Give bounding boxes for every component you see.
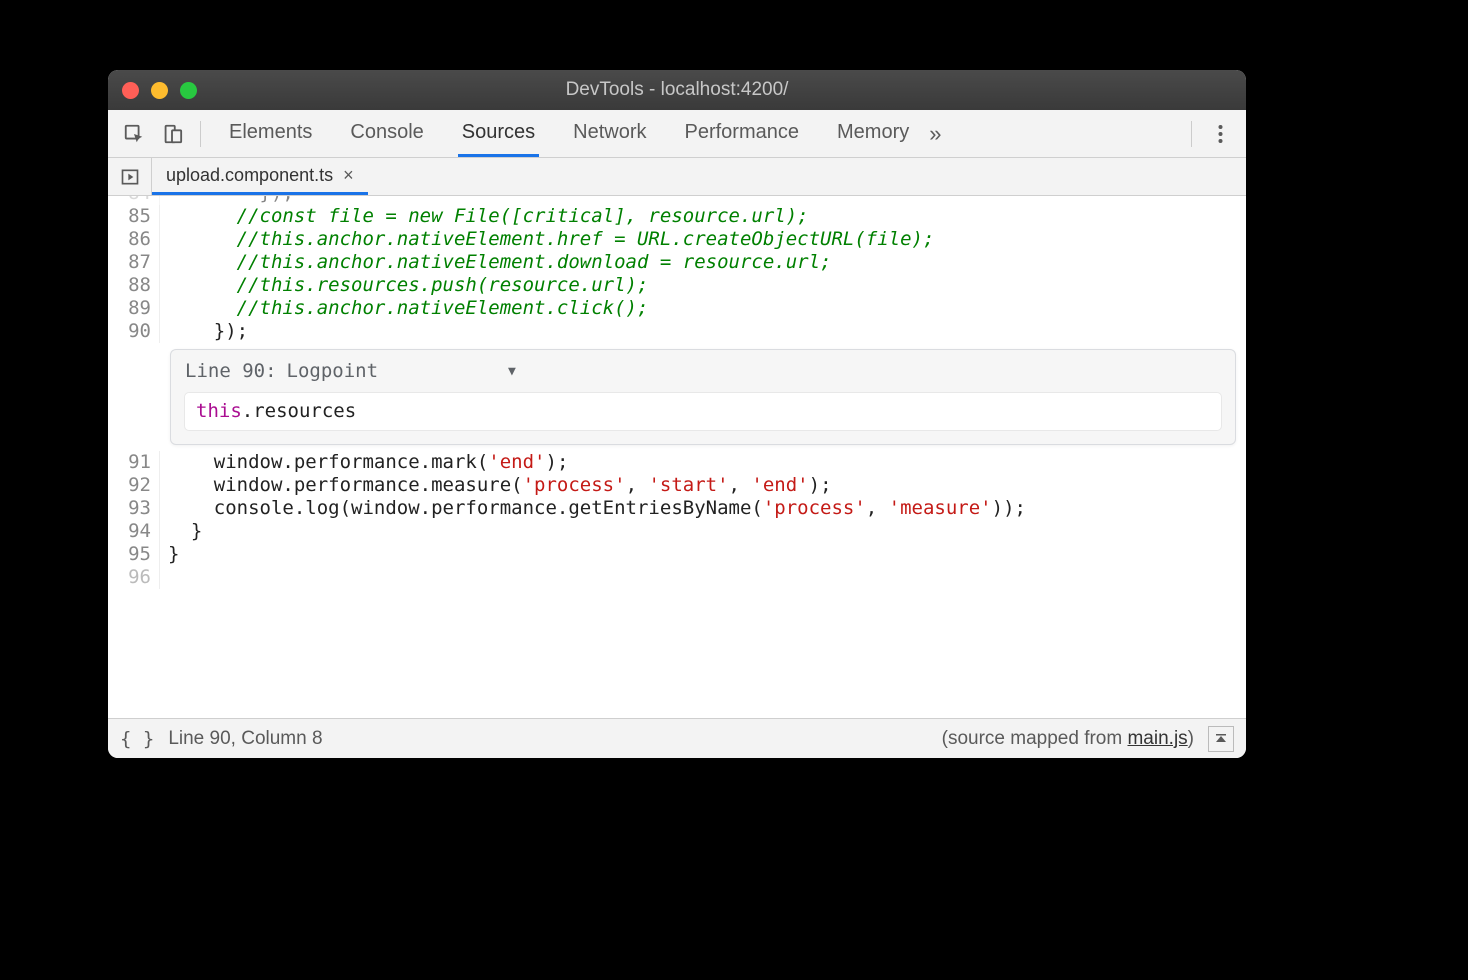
zoom-window-button[interactable] (180, 82, 197, 99)
code-text: }); (160, 320, 248, 343)
code-line: 88 //this.resources.push(resource.url); (108, 274, 1246, 297)
line-number: 86 (108, 228, 160, 251)
code-line: 96 (108, 566, 1246, 589)
file-tab-bar: upload.component.ts × (108, 158, 1246, 196)
code-line: 87 //this.anchor.nativeElement.download … (108, 251, 1246, 274)
code-line: 84 }); (108, 196, 1246, 205)
code-line: 86 //this.anchor.nativeElement.href = UR… (108, 228, 1246, 251)
line-number: 94 (108, 520, 160, 543)
line-number: 92 (108, 474, 160, 497)
tab-memory[interactable]: Memory (833, 110, 913, 157)
code-text: //const file = new File([critical], reso… (160, 205, 809, 228)
traffic-lights (122, 82, 197, 99)
code-editor[interactable]: 84 }); 85 //const file = new File([criti… (108, 196, 1246, 718)
toolbar-separator (1191, 121, 1192, 147)
toolbar-separator (200, 121, 201, 147)
tab-elements[interactable]: Elements (225, 110, 316, 157)
line-number: 85 (108, 205, 160, 228)
window-title: DevTools - localhost:4200/ (108, 79, 1246, 101)
tab-console[interactable]: Console (346, 110, 427, 157)
code-line: 92 window.performance.measure('process',… (108, 474, 1246, 497)
logpoint-expression-input[interactable]: this.resources (185, 393, 1221, 430)
close-tab-icon[interactable]: × (343, 165, 354, 186)
main-toolbar: Elements Console Sources Network Perform… (108, 110, 1246, 158)
titlebar: DevTools - localhost:4200/ (108, 70, 1246, 110)
file-tab-label: upload.component.ts (166, 165, 333, 186)
line-number: 89 (108, 297, 160, 320)
code-line: 90 }); (108, 320, 1246, 343)
line-number: 88 (108, 274, 160, 297)
cursor-position: Line 90, Column 8 (168, 728, 322, 750)
code-line: 93 console.log(window.performance.getEnt… (108, 497, 1246, 520)
line-number: 91 (108, 451, 160, 474)
code-line: 91 window.performance.mark('end'); (108, 451, 1246, 474)
code-text: //this.anchor.nativeElement.download = r… (160, 251, 831, 274)
show-drawer-icon[interactable] (1208, 726, 1234, 752)
code-text: } (160, 543, 179, 566)
code-text: //this.resources.push(resource.url); (160, 274, 648, 297)
code-line: 89 //this.anchor.nativeElement.click(); (108, 297, 1246, 320)
pretty-print-icon[interactable]: { } (120, 728, 154, 750)
code-line: 94 } (108, 520, 1246, 543)
breakpoint-type-label: Logpoint (287, 360, 379, 383)
code-line: 85 //const file = new File([critical], r… (108, 205, 1246, 228)
devtools-window: DevTools - localhost:4200/ Elements Cons… (108, 70, 1246, 758)
code-text: console.log(window.performance.getEntrie… (160, 497, 1026, 520)
tab-sources[interactable]: Sources (458, 110, 539, 157)
chevron-down-icon: ▼ (508, 360, 516, 383)
code-text: //this.anchor.nativeElement.click(); (160, 297, 648, 320)
line-number: 90 (108, 320, 160, 343)
minimize-window-button[interactable] (151, 82, 168, 99)
line-number: 87 (108, 251, 160, 274)
line-number: 84 (108, 196, 160, 205)
code-text: window.performance.measure('process', 's… (160, 474, 832, 497)
code-line: 95 } (108, 543, 1246, 566)
breakpoint-line-label: Line 90: (185, 360, 277, 383)
code-text: } (160, 520, 202, 543)
file-tab[interactable]: upload.component.ts × (152, 159, 368, 195)
line-number: 95 (108, 543, 160, 566)
navigator-toggle-icon[interactable] (108, 158, 152, 195)
code-text: //this.anchor.nativeElement.href = URL.c… (160, 228, 934, 251)
settings-menu-icon[interactable] (1204, 118, 1236, 150)
code-text: }); (160, 196, 294, 205)
line-number: 93 (108, 497, 160, 520)
breakpoint-inline-editor: Line 90: Logpoint ▼ this.resources (170, 349, 1236, 445)
breakpoint-type-select[interactable]: Logpoint ▼ (287, 360, 522, 383)
device-toolbar-icon[interactable] (156, 118, 188, 150)
close-window-button[interactable] (122, 82, 139, 99)
panel-tabs: Elements Console Sources Network Perform… (225, 110, 913, 157)
breakpoint-header: Line 90: Logpoint ▼ (185, 360, 1221, 383)
code-text: window.performance.mark('end'); (160, 451, 568, 474)
tabs-overflow-button[interactable]: » (919, 121, 951, 147)
source-mapped-label: (source mapped from main.js) (942, 728, 1194, 750)
code-text (160, 566, 168, 589)
tab-network[interactable]: Network (569, 110, 650, 157)
line-number: 96 (108, 566, 160, 589)
tab-performance[interactable]: Performance (681, 110, 804, 157)
source-map-link[interactable]: main.js (1127, 728, 1187, 749)
inspect-element-icon[interactable] (118, 118, 150, 150)
status-bar: { } Line 90, Column 8 (source mapped fro… (108, 718, 1246, 758)
